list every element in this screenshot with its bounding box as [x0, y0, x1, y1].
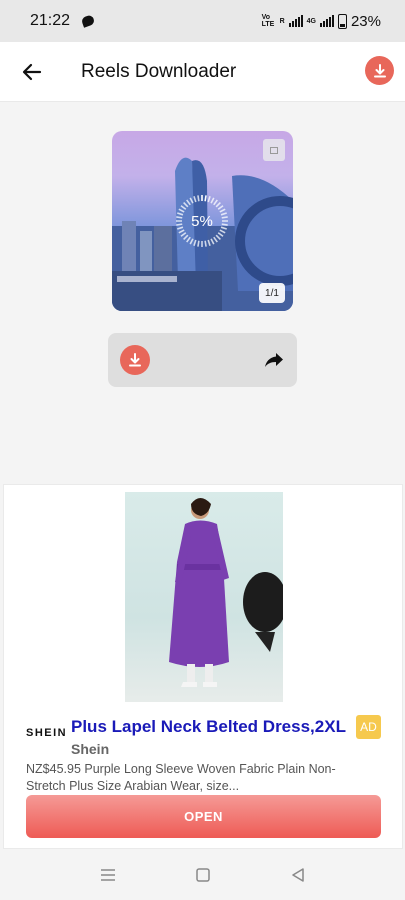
signal-icon — [288, 15, 303, 27]
square-icon — [195, 868, 210, 882]
arrow-left-icon — [22, 63, 42, 81]
system-nav-bar — [0, 850, 405, 900]
select-checkbox[interactable] — [263, 139, 285, 161]
action-bar — [108, 333, 297, 387]
brand-logo: SHEIN — [26, 727, 68, 739]
share-button[interactable] — [263, 349, 285, 371]
status-indicators: Vo LTE R 4G 23% — [262, 13, 381, 30]
media-preview[interactable]: 5% 1/1 — [112, 131, 293, 311]
nav-back-button[interactable] — [283, 860, 313, 890]
battery-percent: 23% — [350, 12, 381, 30]
download-icon — [373, 63, 386, 77]
download-icon — [129, 353, 141, 367]
nav-home-button[interactable] — [188, 860, 218, 890]
menu-lines-icon — [100, 869, 115, 881]
share-arrow-icon — [265, 353, 283, 367]
header-download-button[interactable] — [365, 56, 394, 85]
triangle-back-icon — [291, 868, 304, 882]
ad-product-image[interactable] — [125, 492, 283, 702]
nav-menu-button[interactable] — [93, 860, 123, 890]
network-type-label: 4G — [306, 17, 316, 25]
back-button[interactable] — [20, 60, 44, 84]
ad-brand: Shein — [71, 741, 110, 757]
signal-2-icon — [319, 15, 334, 27]
ad-badge: AD — [356, 715, 381, 739]
ad-description: NZ$45.95 Purple Long Sleeve Woven Fabric… — [26, 762, 336, 793]
volte-r-label: R — [279, 17, 285, 25]
ad-card[interactable]: SHEIN Plus Lapel Neck Belted Dress,2XL A… — [3, 484, 403, 849]
ad-open-button[interactable]: OPEN — [26, 795, 381, 838]
notification-icon — [80, 14, 96, 28]
battery-icon — [337, 13, 347, 29]
volte-label: Vo LTE — [261, 14, 275, 28]
progress-percent: 5% — [191, 212, 213, 230]
status-time: 21:22 — [30, 12, 71, 29]
status-bar: 21:22 Vo LTE R 4G 23% — [0, 0, 405, 42]
page-indicator: 1/1 — [259, 283, 285, 303]
app-bar: Reels Downloader — [0, 42, 405, 102]
page-title: Reels Downloader — [81, 61, 237, 82]
download-button[interactable] — [120, 345, 150, 375]
dress-model-image — [169, 498, 283, 687]
ad-title[interactable]: Plus Lapel Neck Belted Dress,2XL — [71, 717, 346, 737]
